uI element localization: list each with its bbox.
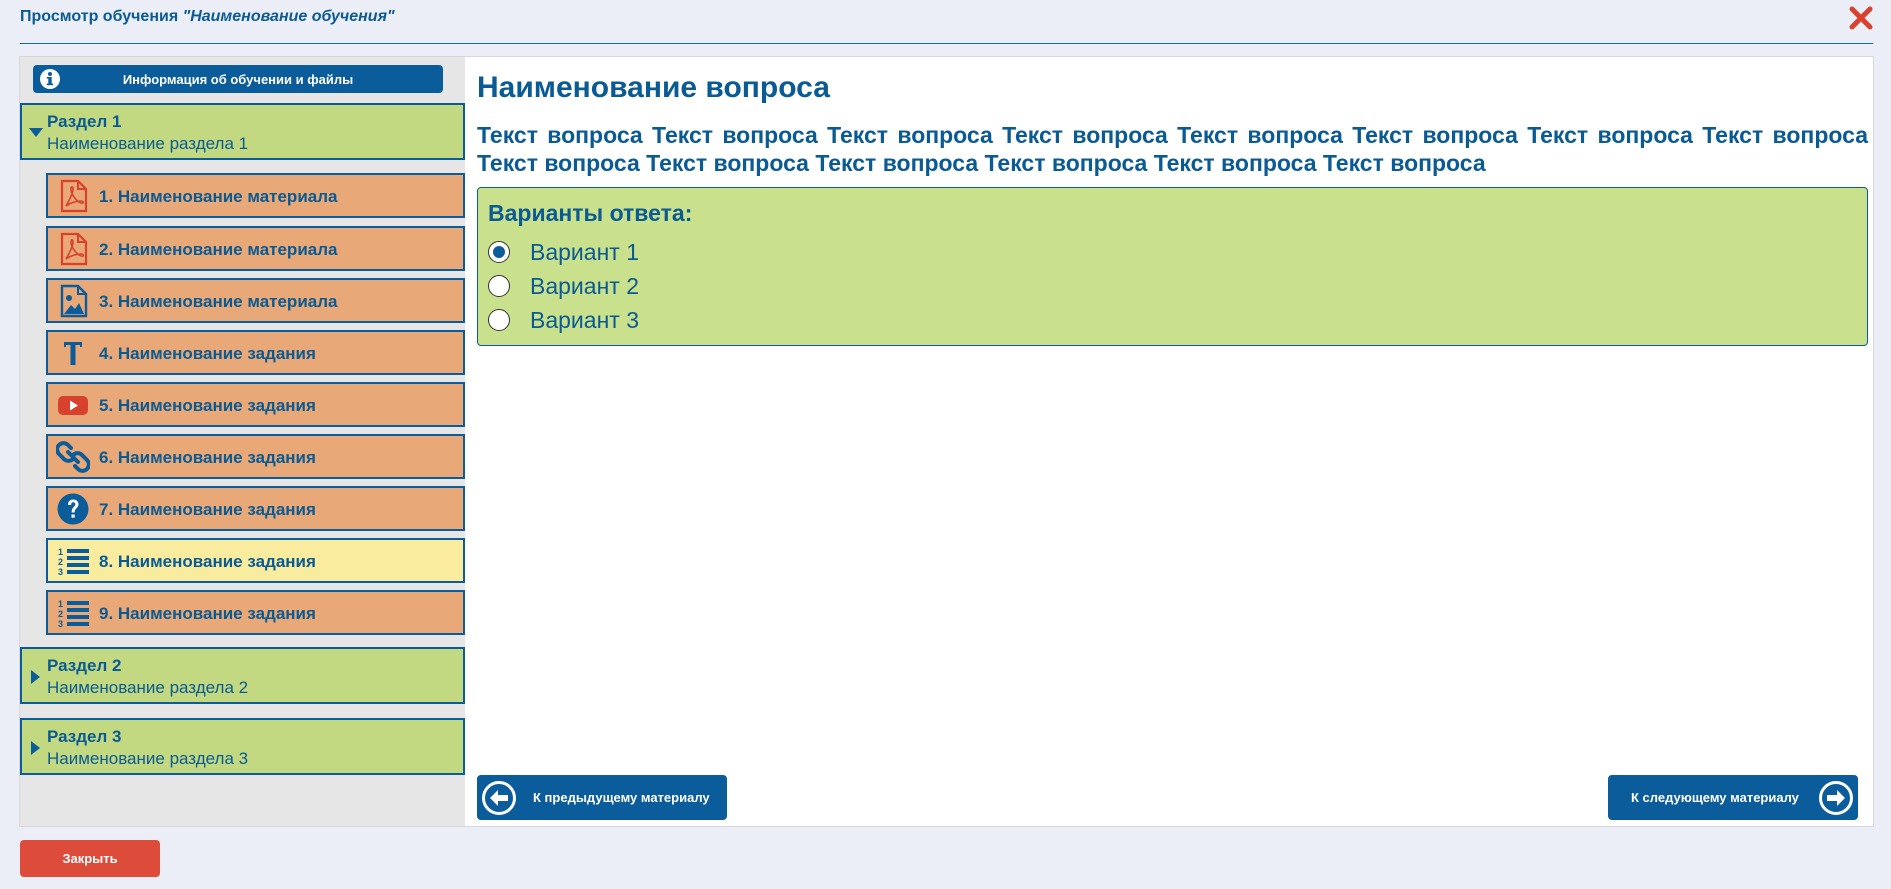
section-2-title: Раздел 2 [47, 656, 122, 675]
question-icon [57, 493, 89, 525]
sidebar: Информация об обучении и файлы Раздел 1 … [20, 57, 465, 826]
close-icon[interactable] [1848, 5, 1874, 31]
section-3-title: Раздел 3 [47, 727, 122, 746]
sidebar-item-label: 4. Наименование задания [99, 344, 316, 363]
answers-title: Варианты ответа: [488, 200, 693, 226]
viewer-panel: Информация об обучении и файлы Раздел 1 … [19, 56, 1874, 827]
sidebar-item-8[interactable]: 1 2 3 8. Наименование задания [46, 538, 465, 583]
youtube-icon [58, 396, 88, 415]
chevron-down-icon [29, 128, 43, 137]
sidebar-item-label: 7. Наименование задания [99, 500, 316, 519]
question-text: Текст вопроса Текст вопроса Текст вопрос… [477, 122, 1868, 176]
sidebar-item-label: 6. Наименование задания [99, 448, 316, 467]
sidebar-item-9[interactable]: 1 2 3 9. Наименование задания [46, 590, 465, 635]
image-icon [60, 284, 88, 318]
next-material-label: К следующему материалу [1631, 790, 1799, 805]
sidebar-item-label: 8. Наименование задания [99, 552, 316, 571]
pdf-icon [60, 179, 88, 213]
sidebar-item-5[interactable]: 5. Наименование задания [46, 382, 465, 427]
sidebar-item-7[interactable]: 7. Наименование задания [46, 486, 465, 531]
next-material-button[interactable]: К следующему материалу [1608, 775, 1858, 820]
arrow-right-circle-icon [1819, 781, 1853, 815]
answers-box: Варианты ответа: Вариант 1 Вариант 2 Вар… [477, 187, 1868, 346]
section-1-title: Раздел 1 [47, 112, 122, 131]
sidebar-item-1[interactable]: 1. Наименование материала [46, 173, 465, 218]
sidebar-item-label: 3. Наименование материала [99, 292, 338, 311]
window-header: Просмотр обучения "Наименование обучения… [20, 0, 1873, 44]
sidebar-item-4[interactable]: 4. Наименование задания [46, 330, 465, 375]
section-2-name: Наименование раздела 2 [47, 678, 249, 697]
section-1-header[interactable]: Раздел 1 Наименование раздела 1 [20, 103, 465, 160]
arrow-left-circle-icon [482, 781, 516, 815]
answer-option-label: Вариант 2 [530, 273, 639, 299]
window-title-name: "Наименование обучения" [182, 8, 395, 25]
close-button[interactable]: Закрыть [20, 840, 160, 877]
sidebar-item-label: 1. Наименование материала [99, 187, 338, 206]
sidebar-item-6[interactable]: 6. Наименование задания [46, 434, 465, 479]
text-icon [64, 342, 82, 365]
radio-button[interactable] [488, 309, 510, 331]
svg-text:2: 2 [58, 609, 63, 619]
question-title: Наименование вопроса [477, 71, 830, 104]
radio-button[interactable] [488, 275, 510, 297]
info-button[interactable]: Информация об обучении и файлы [33, 65, 443, 93]
prev-material-button[interactable]: К предыдущему материалу [477, 775, 727, 820]
close-button-label: Закрыть [62, 851, 118, 866]
svg-text:1: 1 [58, 547, 63, 557]
answer-option-label: Вариант 3 [530, 307, 639, 333]
section-1-name: Наименование раздела 1 [47, 134, 249, 153]
link-icon [56, 441, 90, 473]
chevron-right-icon [31, 741, 40, 755]
section-3-name: Наименование раздела 3 [47, 749, 249, 768]
numbered-list-icon: 1 2 3 [58, 599, 89, 629]
numbered-list-icon: 1 2 3 [58, 547, 89, 577]
svg-text:3: 3 [58, 567, 63, 577]
radio-button[interactable] [488, 241, 510, 263]
sidebar-item-2[interactable]: 2. Наименование материала [46, 226, 465, 271]
answer-option-label: Вариант 1 [530, 239, 639, 265]
chevron-right-icon [31, 670, 40, 684]
window-title-prefix: Просмотр обучения [20, 8, 183, 25]
question-content: Наименование вопроса Текст вопроса Текст… [477, 57, 1873, 826]
sidebar-item-label: 5. Наименование задания [99, 396, 316, 415]
svg-text:2: 2 [58, 557, 63, 567]
sidebar-item-3[interactable]: 3. Наименование материала [46, 278, 465, 323]
section-3-header[interactable]: Раздел 3 Наименование раздела 3 [20, 718, 465, 775]
window-title: Просмотр обучения "Наименование обучения… [20, 8, 395, 26]
sidebar-item-label: 2. Наименование материала [99, 240, 338, 259]
info-button-label: Информация об обучении и файлы [122, 72, 354, 87]
sidebar-item-label: 9. Наименование задания [99, 604, 316, 623]
prev-material-label: К предыдущему материалу [533, 790, 710, 805]
pdf-icon [60, 232, 88, 266]
section-2-header[interactable]: Раздел 2 Наименование раздела 2 [20, 647, 465, 704]
svg-text:1: 1 [58, 599, 63, 609]
svg-text:3: 3 [58, 619, 63, 629]
